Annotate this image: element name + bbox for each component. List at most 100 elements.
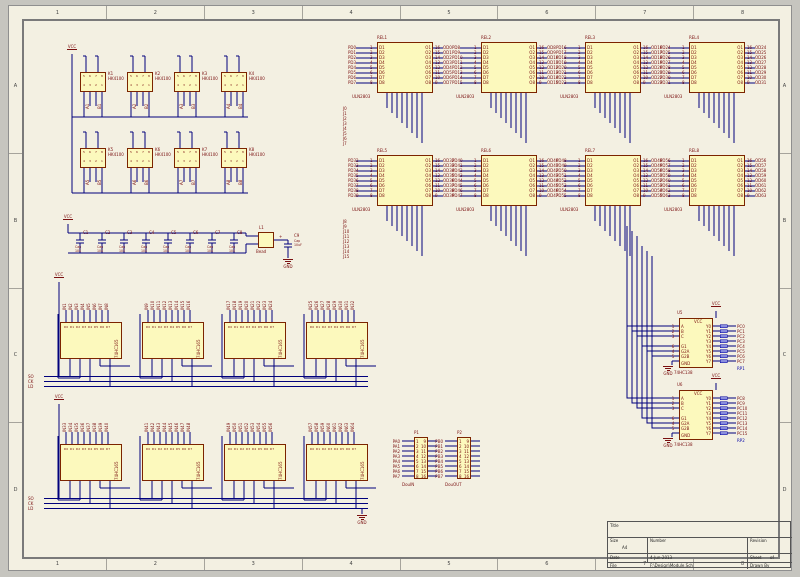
pin-name: O8 <box>726 193 743 198</box>
pin-number: 8 <box>99 74 105 78</box>
of-label: of <box>770 555 774 560</box>
pin-name: GND <box>681 433 690 438</box>
capacitor[interactable]: C7 Cap 104 <box>206 230 228 256</box>
designator: REL4 <box>689 35 699 40</box>
gnd-symbol: GND <box>662 437 674 448</box>
output-ic-cluster: REL6 PD40PD41PD42PD43PD44PD45PD46PD47 12… <box>452 148 556 293</box>
designator: U5 <box>677 310 682 315</box>
pin-name: O8 <box>414 193 431 198</box>
pin-name: G2B <box>681 426 689 431</box>
net-label: PD47 <box>452 193 472 198</box>
pin-name: GND <box>681 361 690 366</box>
relay-unit[interactable]: 5678 4321 K5 HK4100 A5 B5 <box>78 132 125 194</box>
pin-number: 8 <box>193 150 199 154</box>
size-value: A4 <box>622 545 627 550</box>
net-label: OD31 <box>755 80 764 85</box>
net-label: LD <box>28 384 44 389</box>
pin-number: 1 <box>193 83 199 87</box>
part-label: 74HC165 <box>278 324 283 358</box>
designator: C4 <box>149 230 154 235</box>
pin-name: D8 <box>379 193 391 198</box>
revision-label: Revision <box>750 538 767 543</box>
relay-row-2: 5678 4321 K5 HK4100 A5 B5 5678 4321 K6 H… <box>78 132 266 194</box>
designator: C6 <box>193 230 198 235</box>
pin-name: D7 <box>351 325 357 329</box>
vcc-symbol: VCC <box>709 301 723 307</box>
value-label: 104 <box>163 249 169 253</box>
designator: REL7 <box>585 148 595 153</box>
date-value: 4-Jun-2013 <box>650 555 672 560</box>
net-label: B5 <box>97 170 103 185</box>
gnd-symbol: GND <box>356 514 368 525</box>
capacitor[interactable]: C6 Cap 104 <box>184 230 206 256</box>
net-label: PD39 <box>348 193 368 198</box>
relay-unit[interactable]: 5678 4321 K6 HK4100 A6 B6 <box>125 132 172 194</box>
schematic-page: 12345678 12345678 ABCD ABCD <box>0 0 800 577</box>
capacitor[interactable]: C1 Cap 104 <box>74 230 96 256</box>
value-label: 104 <box>185 249 191 253</box>
value-label: 104 <box>207 249 213 253</box>
capacitor[interactable]: C3 Cap 104 <box>118 230 140 256</box>
designator: C2 <box>105 230 110 235</box>
pin-number: 8 <box>370 80 376 85</box>
relay-unit[interactable]: 5678 4321 K3 HK4100 A3 B3 <box>172 56 219 118</box>
pin-number: 8 <box>193 74 199 78</box>
pin-number: 8 <box>682 193 688 198</box>
output-ic-cluster: REL7 PD48PD49PD50PD51PD52PD53PD54PD55 12… <box>556 148 660 293</box>
value-label: 104 <box>141 249 147 253</box>
pin-number: 9 <box>643 80 650 85</box>
package-label: ULN2803 <box>664 207 682 212</box>
pin-number: 5 <box>669 426 677 431</box>
part-label: HK4100 <box>108 152 124 157</box>
pin-name: D7 <box>351 447 357 451</box>
value-label: 104 <box>97 249 103 253</box>
capacitor[interactable]: C8 Cap 104 <box>228 230 250 256</box>
net-label: OD55 <box>651 193 660 198</box>
part-label: Bead <box>256 249 266 254</box>
bead-body[interactable] <box>258 232 274 248</box>
part-label: HK4100 <box>249 76 265 81</box>
header-connector: P1 PA0PA1PA2PA3PA4PA5PA6PA7 12345678 910… <box>388 430 431 487</box>
bus-wire <box>44 498 368 499</box>
value-label: 104 <box>75 249 81 253</box>
net-label: B2 <box>144 94 150 109</box>
bus-row-1: J0J1J2J3J4J5J6J7 <box>343 106 353 146</box>
net-label: PD31 <box>660 80 680 85</box>
designator: REL5 <box>377 148 387 153</box>
pin-name: O8 <box>726 80 743 85</box>
net-label: IN24 <box>268 294 274 310</box>
file-value: F:\Design\Module.Sch <box>650 563 693 568</box>
net-label: A7 <box>179 170 185 185</box>
pin-number: 1 <box>146 159 152 163</box>
pin-name: C <box>681 334 684 339</box>
relay-unit[interactable]: 5678 4321 K7 HK4100 A7 B7 <box>172 132 219 194</box>
net-label: PA7 <box>388 474 400 479</box>
number-label: Number <box>650 538 666 543</box>
net-label: PD23 <box>556 80 576 85</box>
date-label: Date <box>610 555 620 560</box>
part-label: 74HC165 <box>114 446 119 480</box>
decoder-cluster: U5 VCC VCC 123 ABC 645 G1G2AG2B Y0Y1Y2Y3… <box>620 305 790 377</box>
net-label: A8 <box>226 170 232 185</box>
decoder-cluster: U6 VCC VCC 123 ABC 645 G1G2AG2B Y0Y1Y2Y3… <box>620 377 790 449</box>
pin-name: D8 <box>483 80 495 85</box>
pin-number: 1 <box>240 159 246 163</box>
pin-number: 8 <box>146 150 152 154</box>
value-label: 104 <box>119 249 125 253</box>
relay-unit[interactable]: 5678 4321 K2 HK4100 A2 B2 <box>125 56 172 118</box>
net-label: IN56 <box>268 416 274 432</box>
vcc-symbol: VCC <box>52 394 66 400</box>
net-label: IN16 <box>186 294 192 310</box>
capacitor[interactable]: C4 Cap 104 <box>140 230 162 256</box>
pin-number: 8 <box>370 193 376 198</box>
relay-unit[interactable]: 5678 4321 K4 HK4100 A4 B4 <box>219 56 266 118</box>
relay-unit[interactable]: 5678 4321 K1 HK4100 A1 B1 <box>78 56 125 118</box>
relay-unit[interactable]: 5678 4321 K8 HK4100 A8 B8 <box>219 132 266 194</box>
capacitor[interactable]: C2 Cap 104 <box>96 230 118 256</box>
package-label: ULN2803 <box>456 94 474 99</box>
net-label: A6 <box>132 170 138 185</box>
net-label: IN40 <box>104 416 110 432</box>
pin-name: D7 <box>105 447 111 451</box>
net-label: LD <box>28 506 44 511</box>
capacitor[interactable]: C5 Cap 104 <box>162 230 184 256</box>
